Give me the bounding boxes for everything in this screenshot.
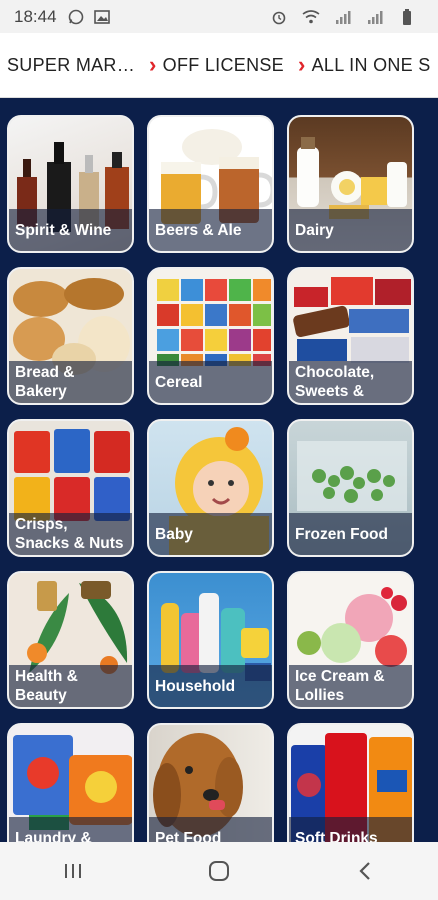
tab-all-in-one[interactable]: › ALL IN ONE S <box>284 52 431 78</box>
recent-apps-icon <box>65 864 81 878</box>
category-label: Spirit & Wine <box>9 209 132 251</box>
category-label: Frozen Food <box>289 513 412 555</box>
tab-off-license[interactable]: › OFF LICENSE <box>135 52 284 78</box>
android-nav-bar <box>0 842 438 900</box>
category-label: Health & Beauty <box>9 665 132 707</box>
category-label: Bread & Bakery <box>9 361 132 403</box>
category-label: Soft Drinks <box>289 817 412 842</box>
chevron-right-icon: › <box>297 52 306 77</box>
signal-icon <box>334 8 352 26</box>
whatsapp-icon <box>67 8 85 26</box>
gallery-icon <box>93 8 111 26</box>
category-grid-area: Spirit & Wine Beers & Ale Dairy Bread & … <box>0 98 438 842</box>
category-label: Laundry & <box>9 817 132 842</box>
alarm-icon <box>270 8 288 26</box>
category-tile-crisps-snacks[interactable]: Crisps, Snacks & Nuts <box>7 419 134 557</box>
category-label: Crisps, Snacks & Nuts <box>9 513 132 555</box>
category-tile-frozen-food[interactable]: Frozen Food <box>287 419 414 557</box>
category-tile-pet-food[interactable]: Pet Food <box>147 723 274 842</box>
category-label: Household <box>149 665 272 707</box>
category-label: Baby <box>149 513 272 555</box>
category-label: Chocolate, Sweets & <box>289 361 412 403</box>
tab-supermarket[interactable]: SUPER MAR… <box>7 55 135 76</box>
category-tile-health-beauty[interactable]: Health & Beauty <box>7 571 134 709</box>
signal-2-icon <box>366 8 384 26</box>
category-tile-ice-cream[interactable]: Ice Cream & Lollies <box>287 571 414 709</box>
chevron-right-icon: › <box>149 52 157 77</box>
back-button[interactable] <box>345 851 385 891</box>
category-label: Beers & Ale <box>149 209 272 251</box>
category-tile-soft-drinks[interactable]: Soft Drinks <box>287 723 414 842</box>
category-tile-baby[interactable]: Baby <box>147 419 274 557</box>
home-button[interactable] <box>199 851 239 891</box>
category-tab-bar: SUPER MAR… › OFF LICENSE › ALL IN ONE S <box>0 33 438 98</box>
category-grid: Spirit & Wine Beers & Ale Dairy Bread & … <box>7 115 414 842</box>
category-label: Dairy <box>289 209 412 251</box>
tab-label: ALL IN ONE S <box>311 54 431 75</box>
category-tile-beers-ale[interactable]: Beers & Ale <box>147 115 274 253</box>
back-icon <box>359 862 370 880</box>
tab-label: OFF LICENSE <box>162 54 284 75</box>
category-tile-cereal[interactable]: Cereal <box>147 267 274 405</box>
category-tile-bread-bakery[interactable]: Bread & Bakery <box>7 267 134 405</box>
category-label: Cereal <box>149 361 272 403</box>
battery-icon <box>398 8 416 26</box>
category-tile-spirit-wine[interactable]: Spirit & Wine <box>7 115 134 253</box>
status-time: 18:44 <box>14 6 57 26</box>
category-tile-household[interactable]: Household <box>147 571 274 709</box>
tab-label: SUPER MAR… <box>7 54 136 75</box>
category-tile-laundry[interactable]: Laundry & <box>7 723 134 842</box>
home-icon <box>209 861 229 881</box>
category-tile-chocolate-sweets[interactable]: Chocolate, Sweets & <box>287 267 414 405</box>
category-tile-dairy[interactable]: Dairy <box>287 115 414 253</box>
recent-apps-button[interactable] <box>53 851 93 891</box>
category-label: Pet Food <box>149 817 272 842</box>
status-bar: 18:44 <box>0 0 438 33</box>
wifi-icon <box>302 8 320 26</box>
category-label: Ice Cream & Lollies <box>289 665 412 707</box>
